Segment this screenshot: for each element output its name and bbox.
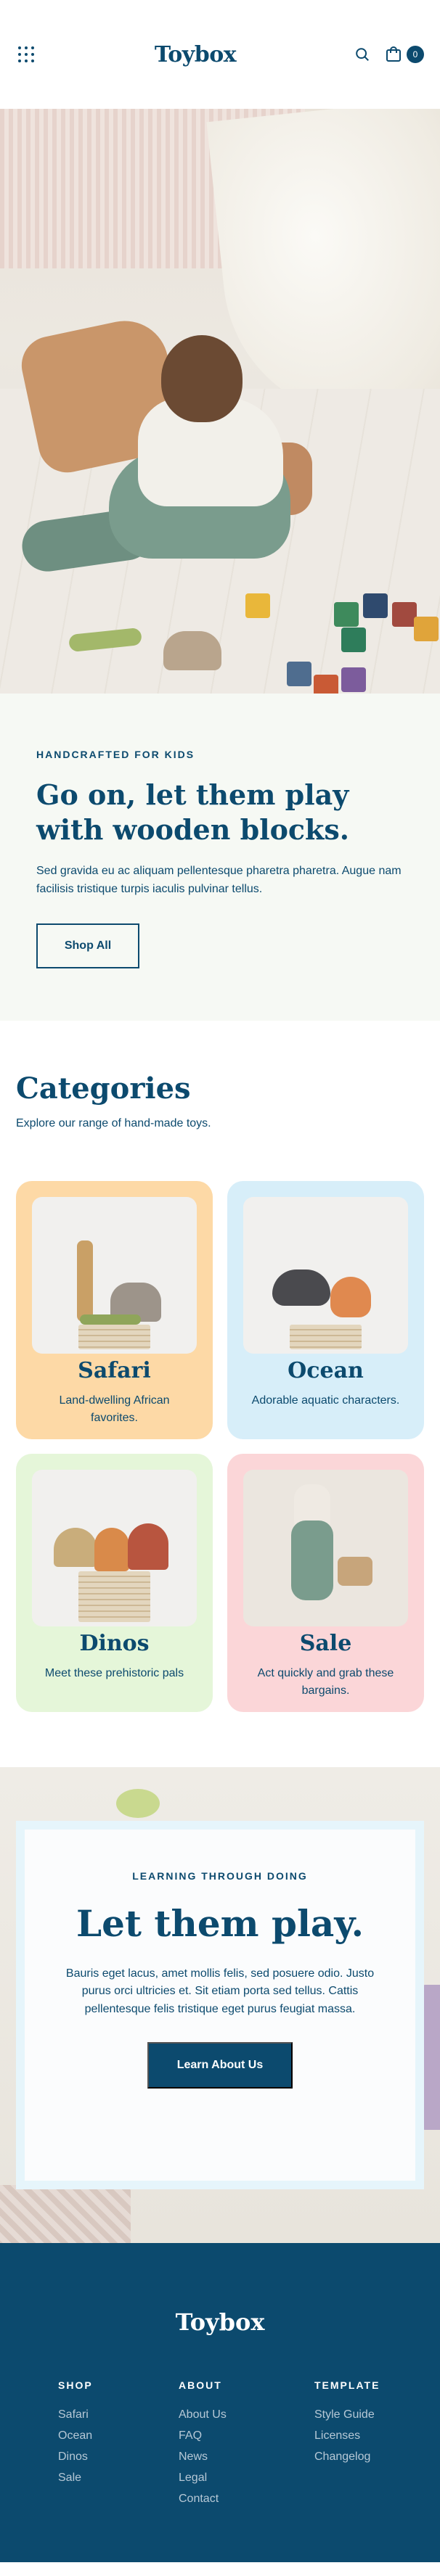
footer-link-about-us[interactable]: About Us	[179, 2408, 314, 2421]
category-card-sale[interactable]: Sale Act quickly and grab these bargains…	[227, 1453, 424, 1712]
toy-octopus	[330, 1276, 371, 1317]
category-name-dinos: Dinos	[79, 1630, 150, 1656]
shopping-bag-icon	[386, 46, 401, 62]
play-section: LEARNING THROUGH DOING Let them play. Ba…	[0, 1766, 440, 2243]
footer-link-safari[interactable]: Safari	[58, 2408, 179, 2421]
category-card-safari[interactable]: Safari Land-dwelling African favorites.	[16, 1180, 213, 1439]
cart-count-badge: 0	[406, 46, 424, 63]
category-desc-safari: Land-dwelling African favorites.	[59, 1394, 170, 1424]
hero-child-head-shape	[161, 335, 243, 422]
hero-block	[245, 593, 270, 618]
footer-link-ocean[interactable]: Ocean	[58, 2429, 179, 2443]
header-actions: 0	[354, 46, 424, 63]
category-name-sale: Sale	[299, 1630, 352, 1656]
category-image-safari	[32, 1196, 197, 1354]
categories-title: Categories	[16, 1071, 191, 1106]
toy-dino-1	[54, 1527, 97, 1567]
footer-link-faq[interactable]: FAQ	[179, 2429, 314, 2443]
footer-link-contact[interactable]: Contact	[179, 2493, 314, 2506]
category-image-sale	[243, 1469, 408, 1626]
category-grid: Safari Land-dwelling African favorites. …	[16, 1180, 424, 1712]
site-header: Toybox 0	[0, 0, 440, 109]
category-name-ocean: Ocean	[288, 1357, 364, 1383]
site-logo[interactable]: Toybox	[155, 42, 237, 67]
category-card-ocean[interactable]: Ocean Adorable aquatic characters.	[227, 1180, 424, 1439]
handcrafted-title: Go on, let them play with wooden blocks.	[36, 778, 350, 846]
books-stack	[289, 1324, 362, 1349]
categories-subtitle: Explore our range of hand-made toys.	[16, 1116, 211, 1129]
play-eyebrow: LEARNING THROUGH DOING	[132, 1869, 308, 1882]
learn-about-us-button[interactable]: Learn About Us	[147, 2041, 293, 2089]
hero-block	[341, 667, 366, 692]
books-stack	[78, 1324, 151, 1349]
category-desc-dinos: Meet these prehistoric pals	[44, 1666, 184, 1679]
footer-link-style-guide[interactable]: Style Guide	[314, 2408, 424, 2421]
categories-section: Categories Explore our range of hand-mad…	[0, 1020, 440, 1767]
hero-toy-animal	[163, 631, 221, 670]
handcrafted-body: Sed gravida eu ac aliquam pellentesque p…	[36, 865, 402, 895]
toy-orca	[272, 1269, 330, 1306]
shop-all-button[interactable]: Shop All	[36, 923, 139, 968]
play-body: Bauris eget lacus, amet mollis felis, se…	[65, 1967, 375, 2016]
hero-block	[334, 602, 359, 627]
site-footer: Toybox SHOP Safari Ocean Dinos Sale ABOU…	[0, 2242, 440, 2562]
toy-giraffe	[77, 1240, 93, 1322]
category-image-ocean	[243, 1196, 408, 1354]
handcrafted-eyebrow: HANDCRAFTED FOR KIDS	[36, 749, 195, 760]
footer-link-news[interactable]: News	[179, 2451, 314, 2464]
hero-block	[287, 662, 311, 686]
cart-button[interactable]: 0	[385, 46, 424, 63]
footer-heading-about: ABOUT	[179, 2379, 222, 2391]
category-card-dinos[interactable]: Dinos Meet these prehistoric pals	[16, 1453, 213, 1712]
toy-crocodile	[80, 1314, 141, 1325]
sale-basket	[338, 1556, 372, 1586]
handcrafted-section: HANDCRAFTED FOR KIDS Go on, let them pla…	[0, 694, 440, 1021]
category-desc-sale: Act quickly and grab these bargains.	[257, 1666, 394, 1697]
menu-grid-icon[interactable]	[16, 44, 36, 65]
play-background-fabric	[0, 2184, 131, 2243]
footer-link-dinos[interactable]: Dinos	[58, 2451, 179, 2464]
footer-link-sale[interactable]: Sale	[58, 2472, 179, 2485]
play-title: Let them play.	[76, 1901, 364, 1945]
footer-column-about: ABOUT About Us FAQ News Legal Contact	[179, 2379, 314, 2514]
hero-block	[392, 602, 417, 627]
footer-heading-shop: SHOP	[58, 2379, 93, 2391]
hero-image	[0, 109, 440, 694]
toy-dino-3	[128, 1523, 168, 1570]
footer-column-shop: SHOP Safari Ocean Dinos Sale	[58, 2379, 179, 2514]
footer-column-template: TEMPLATE Style Guide Licenses Changelog	[314, 2379, 424, 2514]
footer-link-changelog[interactable]: Changelog	[314, 2451, 424, 2464]
category-image-dinos	[32, 1469, 197, 1626]
toy-dino-2	[94, 1527, 129, 1571]
footer-heading-template: TEMPLATE	[314, 2379, 380, 2391]
search-icon[interactable]	[354, 46, 370, 62]
sale-child-overalls	[291, 1520, 333, 1600]
play-card: LEARNING THROUGH DOING Let them play. Ba…	[16, 1820, 424, 2189]
play-background-toy-2	[116, 1788, 160, 1818]
category-name-safari: Safari	[78, 1357, 151, 1383]
footer-logo[interactable]: Toybox	[16, 2308, 424, 2336]
hero-block	[414, 617, 439, 641]
category-desc-ocean: Adorable aquatic characters.	[251, 1394, 400, 1407]
hero-block	[314, 675, 338, 694]
hero-block	[341, 627, 366, 652]
hero-block	[363, 593, 388, 618]
books-stack	[78, 1571, 151, 1622]
footer-columns: SHOP Safari Ocean Dinos Sale ABOUT About…	[16, 2379, 424, 2514]
footer-link-licenses[interactable]: Licenses	[314, 2429, 424, 2443]
footer-link-legal[interactable]: Legal	[179, 2472, 314, 2485]
